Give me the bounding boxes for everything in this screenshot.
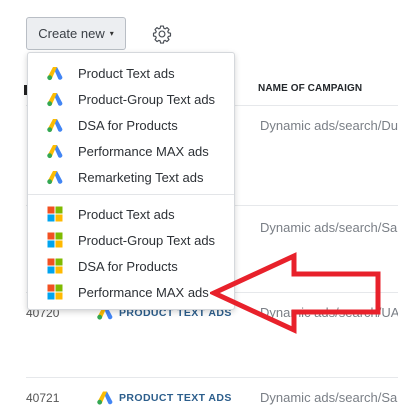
menu-item-microsoft-performance-max-ads[interactable]: Performance MAX ads [28,279,234,305]
toolbar: Create new ▾ [0,0,398,60]
menu-item-label: Product-Group Text ads [78,91,216,107]
menu-divider [28,194,234,195]
menu-item-label: DSA for Products [78,258,178,274]
google-ads-icon [47,67,63,81]
menu-item-label: DSA for Products [78,117,178,133]
caret-down-icon: ▾ [109,29,114,38]
google-ads-icon [47,93,63,107]
campaign-type-label[interactable]: PRODUCT TEXT ADS [119,392,232,404]
menu-item-label: Performance MAX ads [78,284,209,300]
menu-item-google-dsa-for-products[interactable]: DSA for Products [28,112,234,138]
menu-item-label: Product-Group Text ads [78,232,216,248]
menu-item-microsoft-dsa-for-products[interactable]: DSA for Products [28,253,234,279]
menu-item-label: Product Text ads [78,65,175,81]
menu-item-microsoft-product-text-ads[interactable]: Product Text ads [28,201,234,227]
campaign-name-cell[interactable]: Dynamic ads/search/Sa [260,220,398,235]
create-new-button[interactable]: Create new ▾ [26,17,126,50]
google-ads-icon [97,391,113,405]
annotation-arrow-icon [210,252,381,334]
campaign-name-cell[interactable]: Dynamic ads/search/Du [260,118,398,133]
microsoft-icon [47,206,63,222]
column-header-campaign-name: NAME OF CAMPAIGN [258,83,363,94]
microsoft-icon [47,258,63,274]
google-ads-icon [47,119,63,133]
microsoft-icon [47,232,63,248]
campaign-type-cell: PRODUCT TEXT ADS [97,390,232,405]
create-new-dropdown-menu: Product Text ads Product-Group Text ads … [27,52,235,310]
menu-item-label: Performance MAX ads [78,143,209,159]
campaign-name-cell[interactable]: Dynamic ads/search/Sa [260,390,398,405]
menu-item-google-remarketing-text-ads[interactable]: Remarketing Text ads [28,164,234,190]
campaign-id-cell: 40721 [26,391,60,405]
menu-item-google-performance-max-ads[interactable]: Performance MAX ads [28,138,234,164]
menu-item-label: Product Text ads [78,206,175,222]
google-ads-icon [47,171,63,185]
create-new-label: Create new [38,26,105,41]
row-divider [26,377,398,378]
menu-item-microsoft-product-group-text-ads[interactable]: Product-Group Text ads [28,227,234,253]
microsoft-icon [47,284,63,300]
menu-item-label: Remarketing Text ads [78,169,204,185]
google-ads-icon [47,145,63,159]
menu-item-google-product-text-ads[interactable]: Product Text ads [28,60,234,86]
gear-icon[interactable] [152,24,172,44]
menu-item-google-product-group-text-ads[interactable]: Product-Group Text ads [28,86,234,112]
